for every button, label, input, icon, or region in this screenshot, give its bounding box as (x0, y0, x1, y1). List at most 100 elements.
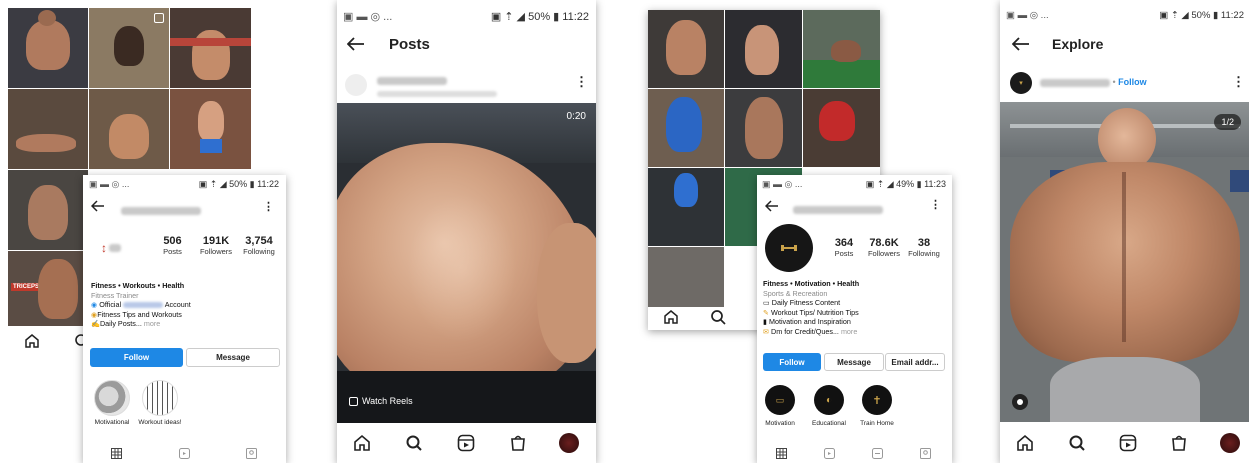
clock: 11:23 (924, 179, 946, 189)
watch-reels-link[interactable]: Watch Reels (349, 396, 413, 406)
post-image[interactable]: 1/2 (1000, 102, 1249, 422)
grid-photo[interactable] (8, 8, 88, 88)
back-arrow-icon[interactable] (90, 199, 105, 217)
profile-avatar-icon[interactable] (1220, 433, 1240, 453)
clock: 11:22 (1220, 10, 1244, 21)
following-stat[interactable]: 3,754 Following (239, 235, 279, 256)
more-options-icon[interactable]: ⋮ (930, 198, 941, 211)
follow-button[interactable]: Follow (90, 348, 183, 367)
highlight-workout-ideas[interactable]: Workout ideas! (135, 380, 185, 426)
post-video[interactable]: 0:20 Watch Reels (337, 103, 596, 423)
search-icon[interactable] (710, 309, 726, 325)
grid-photo[interactable] (725, 89, 802, 167)
reels-icon (349, 396, 358, 406)
more-link[interactable]: more (144, 319, 160, 328)
reels-icon[interactable] (1119, 434, 1137, 452)
grid-photo[interactable] (170, 8, 251, 88)
message-button[interactable]: Message (186, 348, 280, 367)
more-options-icon[interactable]: ⋮ (1232, 74, 1245, 90)
guides-tab-icon[interactable] (872, 446, 883, 463)
bottom-nav (1000, 422, 1249, 463)
grid-photo[interactable]: TRICEPS (8, 251, 88, 326)
avatar[interactable] (765, 224, 813, 272)
posts-stat[interactable]: 506 Posts (155, 235, 190, 256)
following-stat[interactable]: 38 Following (905, 237, 943, 258)
grid-photo[interactable] (648, 10, 724, 88)
grid-photo[interactable] (8, 89, 88, 169)
highlight-thumbnail: ◐ (814, 385, 844, 415)
highlight-train-home[interactable]: ✝ Train Home (857, 385, 897, 427)
back-arrow-icon[interactable] (764, 199, 779, 217)
follow-button[interactable]: Follow (763, 353, 821, 371)
search-icon[interactable] (405, 434, 423, 452)
status-bar: ▣ ▬ ◎ ... ▣ ⇡ ◢ 50% ▮ 11:22 (343, 11, 589, 23)
home-icon[interactable] (24, 333, 40, 349)
message-button[interactable]: Message (824, 353, 884, 371)
grid-photo[interactable] (648, 168, 724, 246)
followers-stat[interactable]: 191K Followers (196, 235, 236, 256)
search-icon[interactable] (1068, 434, 1086, 452)
highlight-label: Motivational (94, 419, 130, 426)
carousel-counter: 1/2 (1214, 114, 1241, 130)
followers-label: Followers (867, 249, 901, 258)
following-count: 3,754 (245, 235, 273, 247)
grid-tab-icon[interactable] (111, 446, 122, 463)
grid-photo[interactable] (648, 247, 724, 307)
highlight-motivational[interactable]: Motivational (90, 380, 134, 426)
panel1-profile-screen: ▣ ▬ ◎ ... ▣ ⇡ ◢ 50% ▮ 11:22 ⋮ ↕ 506 Post… (83, 175, 286, 463)
grid-photo[interactable] (803, 89, 880, 167)
reels-tab-icon[interactable] (824, 446, 835, 463)
grid-photo[interactable] (725, 10, 802, 88)
highlight-thumbnail (142, 380, 178, 416)
posts-stat[interactable]: 364 Posts (827, 237, 861, 258)
grid-photo[interactable] (170, 89, 251, 169)
highlight-educational[interactable]: ◐ Educational (809, 385, 849, 427)
dumbbell-icon (781, 245, 797, 251)
email-button[interactable]: Email addr... (885, 353, 945, 371)
followers-count: 78.6K (869, 237, 899, 249)
avatar[interactable]: ↕ (93, 230, 129, 266)
posts-count: 364 (834, 237, 854, 249)
highlight-label: Train Home (860, 420, 894, 427)
shop-icon[interactable] (509, 434, 527, 452)
bio-line: ▭ Daily Fitness Content (763, 298, 841, 307)
bio-line: ◉Fitness Tips and Workouts (91, 309, 182, 319)
grid-photo[interactable] (8, 170, 88, 250)
followers-stat[interactable]: 78.6K Followers (864, 237, 904, 258)
tagged-tab-icon[interactable] (246, 446, 257, 463)
posts-label: Posts (834, 249, 854, 258)
profile-tabs (757, 443, 952, 463)
grid-tab-icon[interactable] (776, 446, 787, 463)
grid-photo[interactable] (89, 8, 169, 88)
home-icon[interactable] (1016, 434, 1034, 452)
tagged-user-icon[interactable] (1012, 394, 1028, 410)
follow-link[interactable]: Follow (1118, 77, 1147, 87)
bio: Fitness • Workouts • Health Fitness Trai… (91, 281, 281, 329)
reels-tab-icon[interactable] (179, 446, 190, 463)
grid-photo[interactable] (89, 89, 169, 169)
post-author-avatar[interactable]: ▾ (1010, 72, 1032, 94)
post-author-avatar[interactable] (345, 74, 367, 96)
home-icon[interactable] (663, 309, 679, 325)
status-bar: ▣ ▬ ◎ ... ▣ ⇡ ◢ 50% ▮ 11:22 (1006, 10, 1244, 21)
more-link[interactable]: more (841, 327, 857, 336)
bio-line: ✍Daily Posts... more (91, 319, 161, 328)
more-options-icon[interactable]: ⋮ (263, 200, 274, 213)
grid-photo[interactable] (803, 10, 880, 88)
bio-title: Fitness • Motivation • Health (763, 279, 860, 288)
highlight-motivation[interactable]: ▭ Motivation (763, 385, 797, 427)
followers-label: Followers (199, 247, 233, 256)
home-icon[interactable] (353, 434, 371, 452)
back-arrow-icon[interactable] (1011, 37, 1030, 56)
back-arrow-icon[interactable] (346, 37, 365, 56)
username-blurred (793, 201, 883, 219)
post-location (377, 85, 497, 103)
bio-line: ✉ Dm for Credit/Ques... more (763, 326, 858, 336)
more-options-icon[interactable]: ⋮ (575, 74, 588, 90)
tagged-tab-icon[interactable] (920, 446, 931, 463)
battery-percent: 50% (528, 11, 551, 23)
grid-photo[interactable] (648, 89, 724, 167)
reels-icon[interactable] (457, 434, 475, 452)
profile-avatar-icon[interactable] (559, 433, 579, 453)
shop-icon[interactable] (1170, 434, 1188, 452)
